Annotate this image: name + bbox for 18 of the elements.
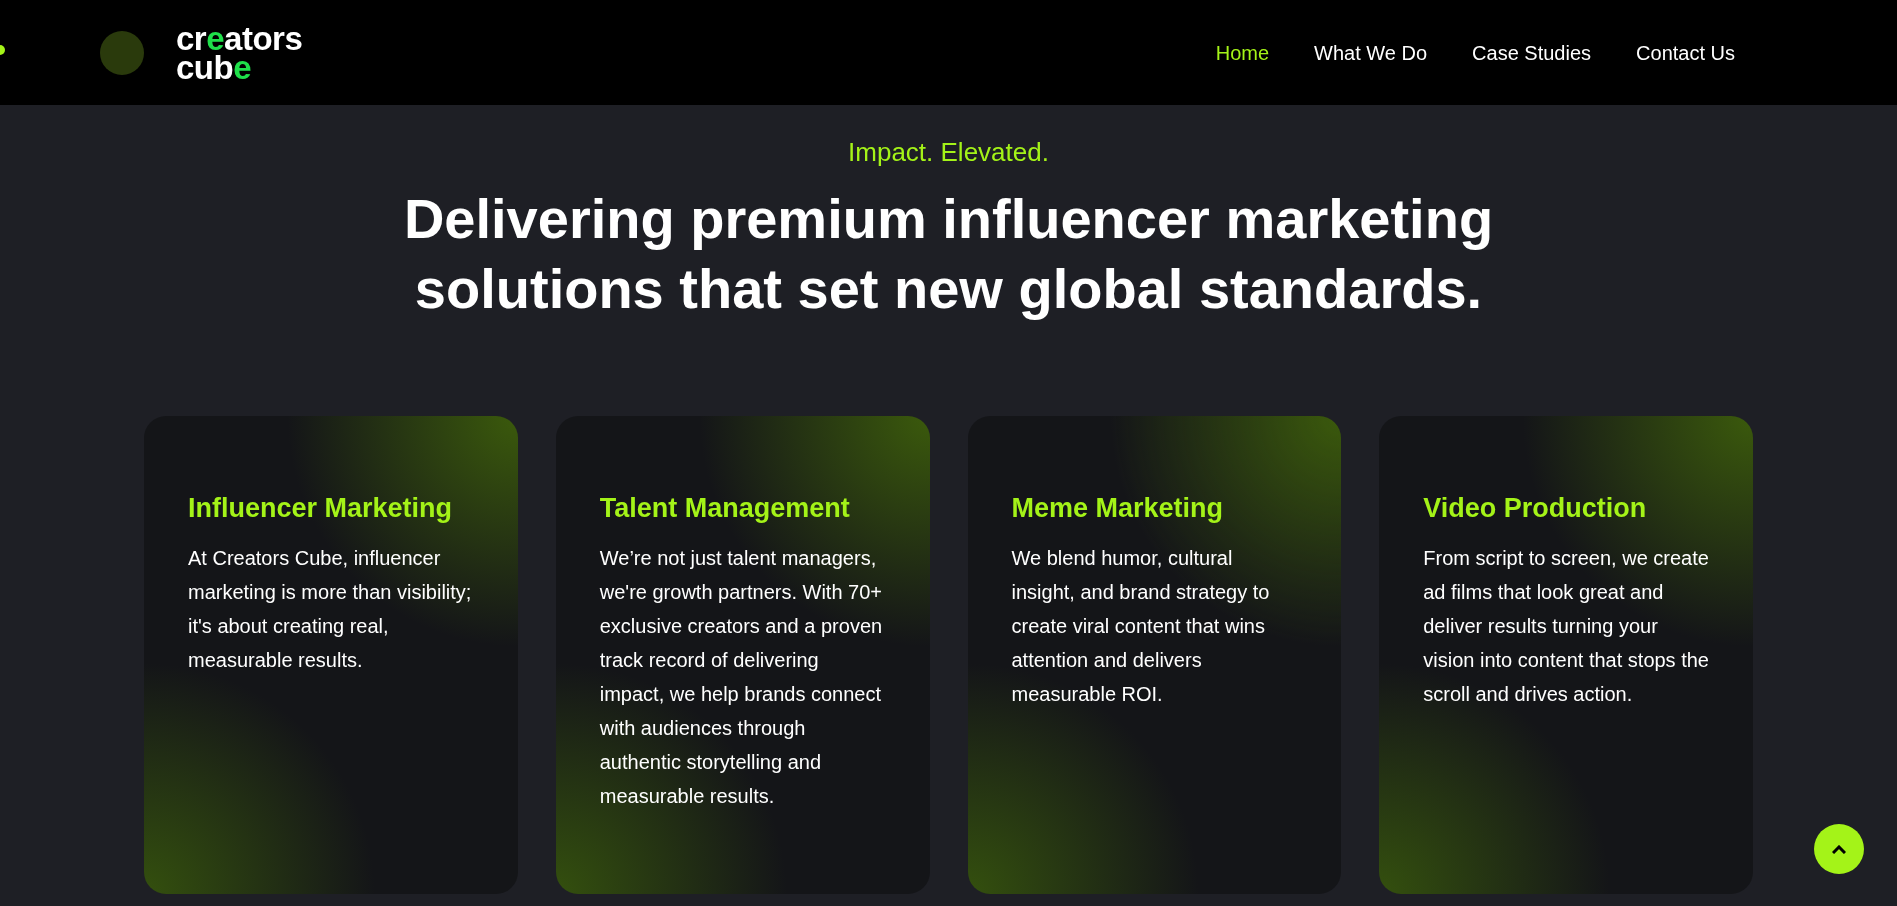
card-title: Meme Marketing [1011,492,1225,525]
card-title: Talent Management [599,492,851,525]
scroll-top-button[interactable] [1814,824,1864,874]
headline: Delivering premium influencer marketing solutions that set new global standards. [402,186,1495,322]
chevron-up-icon [1832,844,1846,854]
nav-link[interactable]: Contact Us [1636,37,1735,68]
nav-link[interactable]: Home [1215,37,1270,68]
card-title: Influencer Marketing [188,492,454,525]
card-text: From script to screen, we create ad films that look great and deliver results turning your vision into content that stops the scroll and drives action. [1423,545,1709,707]
nav-link[interactable]: What We Do [1314,37,1428,68]
card-text: We’re not just talent managers, we're growth partners. With 70+ exclusive creators and a proven track record of delivering impact, we help brands connect with audiences through authentic storytelling and measurable results. [599,545,884,809]
card-title: Video Production [1423,492,1648,525]
logo[interactable]: creators cube [176,23,303,82]
card-text: We blend humor, cultural insight, and brand strategy to create viral content that wins attention and delivers measurable ROI. [1011,545,1271,707]
eyebrow-text: Impact. Elevated. [848,136,1049,169]
nav-link[interactable]: Case Studies [1472,37,1592,68]
circle-icon [100,30,144,75]
card-text: At Creators Cube, influencer marketing is more than visibility; it's about creating real, measurable results. [188,545,473,673]
